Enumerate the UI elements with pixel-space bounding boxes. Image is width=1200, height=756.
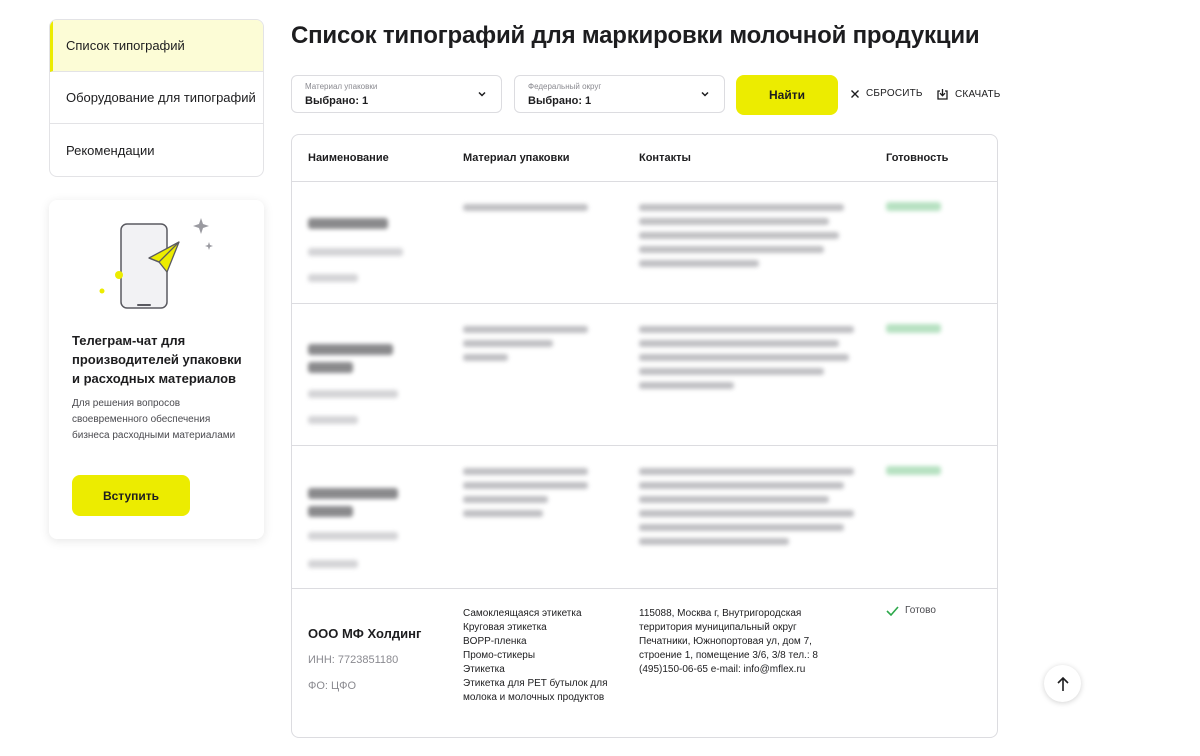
column-header-contacts: Контакты (639, 152, 691, 164)
sidebar-nav: Список типографий Оборудование для типог… (49, 19, 264, 177)
column-header-material: Материал упаковки (463, 152, 570, 164)
reset-label: СБРОСИТЬ (866, 88, 923, 99)
printers-table: Наименование Материал упаковки Контакты … (291, 134, 998, 738)
sidebar-item-recommendations[interactable]: Рекомендации (50, 124, 263, 176)
check-icon (886, 605, 899, 616)
company-inn: ИНН: 7723851180 (308, 654, 399, 666)
district-filter-label: Федеральный округ (528, 82, 602, 91)
sidebar-item-printers-list[interactable]: Список типографий (50, 20, 263, 72)
material-item: Этикетка для PET бутылок для молока и мо… (463, 678, 608, 703)
material-item: Промо-стикеры (463, 650, 536, 661)
materials-list: Самоклеящаяся этикетка Круговая этикетка… (463, 607, 613, 705)
sidebar-item-equipment[interactable]: Оборудование для типографий (50, 72, 263, 124)
material-item: Этикетка (463, 664, 505, 675)
chevron-down-icon (478, 91, 486, 97)
table-header: Наименование Материал упаковки Контакты … (292, 135, 997, 182)
material-item: Круговая этикетка (463, 622, 547, 633)
phone-paper-plane-illustration (99, 218, 213, 309)
telegram-promo-card: Телеграм-чат для производителей упаковки… (49, 200, 264, 539)
promo-title: Телеграм-чат для производителей упаковки… (72, 333, 242, 386)
promo-description: Для решения вопросов своевременного обес… (72, 398, 236, 441)
close-icon (851, 89, 859, 98)
company-name: ООО МФ Холдинг (308, 626, 422, 641)
download-button[interactable]: СКАЧАТЬ (936, 88, 1001, 101)
company-district: ФО: ЦФО (308, 680, 357, 692)
district-filter-value: Выбрано: 1 (528, 95, 592, 107)
join-button[interactable]: Вступить (72, 475, 190, 516)
arrow-up-icon (1056, 676, 1069, 691)
readiness-label: Готово (905, 605, 936, 616)
download-icon (937, 89, 948, 100)
column-header-name: Наименование (308, 152, 389, 164)
table-row: ООО МФ Холдинг ИНН: 7723851180 ФО: ЦФО С… (292, 589, 997, 737)
reset-button[interactable]: СБРОСИТЬ (850, 88, 923, 99)
material-filter-label: Материал упаковки (305, 82, 378, 91)
material-filter-value: Выбрано: 1 (305, 95, 369, 107)
readiness-status: Готово (886, 605, 936, 616)
download-label: СКАЧАТЬ (955, 89, 1001, 100)
chevron-down-icon (701, 91, 709, 97)
table-row-blurred (292, 182, 997, 304)
district-filter-select[interactable]: Федеральный округ Выбрано: 1 (514, 75, 725, 113)
material-filter-select[interactable]: Материал упаковки Выбрано: 1 (291, 75, 502, 113)
column-header-readiness: Готовность (886, 152, 949, 164)
scroll-to-top-button[interactable] (1044, 665, 1081, 702)
table-row-blurred (292, 304, 997, 446)
find-button[interactable]: Найти (736, 75, 838, 115)
table-row-blurred (292, 446, 997, 589)
page-title: Список типографий для маркировки молочно… (291, 22, 980, 49)
company-contacts: 115088, Москва г, Внутригородская террит… (639, 608, 818, 675)
material-item: Самоклеящаяся этикетка (463, 608, 582, 619)
material-item: BOPP-пленка (463, 636, 527, 647)
